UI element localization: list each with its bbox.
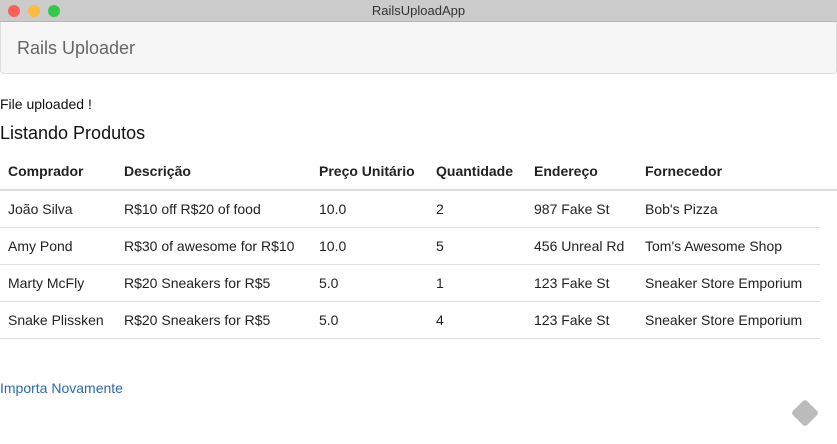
zoom-button[interactable] bbox=[48, 5, 60, 17]
column-header: Comprador bbox=[0, 152, 116, 191]
table-cell: Snake Plissken bbox=[0, 301, 116, 339]
table-cell: 987 Fake St bbox=[526, 190, 637, 228]
feedback-icon[interactable] bbox=[790, 398, 820, 428]
table-cell: 4 bbox=[428, 301, 526, 339]
table-row: Marty McFly R$20 Sneakers for R$5 5.0 1 123 … bbox=[0, 264, 820, 302]
header-divider bbox=[0, 189, 837, 191]
table-cell: R$20 Sneakers for R$5 bbox=[116, 264, 311, 302]
table-cell: R$30 of awesome for R$10 bbox=[116, 227, 311, 265]
table-cell: Sneaker Store Emporium bbox=[637, 264, 820, 302]
brand[interactable]: Rails Uploader bbox=[17, 38, 135, 59]
table-row: Amy Pond R$30 of awesome for R$10 10.0 5 456… bbox=[0, 227, 820, 265]
navbar: Rails Uploader bbox=[0, 22, 837, 74]
table-cell: 10.0 bbox=[311, 227, 428, 265]
table-cell: Sneaker Store Emporium bbox=[637, 301, 820, 339]
table-cell: 2 bbox=[428, 190, 526, 228]
table-cell: 5.0 bbox=[311, 264, 428, 302]
page-title: Listando Produtos bbox=[0, 123, 146, 143]
table-cell: João Silva bbox=[0, 190, 116, 228]
table-row: Snake Plissken R$20 Sneakers for R$5 5.0 4 1… bbox=[0, 301, 820, 339]
column-header: Descrição bbox=[116, 152, 311, 191]
window-titlebar: RailsUploadApp bbox=[0, 0, 837, 22]
table-cell: 10.0 bbox=[311, 190, 428, 228]
column-header: Preço Unitário bbox=[311, 152, 428, 191]
import-again-link[interactable]: Importa Novamente bbox=[0, 380, 123, 396]
window-title: RailsUploadApp bbox=[371, 3, 466, 18]
minimize-button[interactable] bbox=[28, 5, 40, 17]
table-cell: 1 bbox=[428, 264, 526, 302]
products-table: Comprador Descrição Preço Unitário Quant… bbox=[0, 152, 820, 339]
table-row: João Silva R$10 off R$20 of food 10.0 2 987 … bbox=[0, 190, 820, 228]
column-header: Fornecedor bbox=[637, 152, 820, 191]
table-cell: 5 bbox=[428, 227, 526, 265]
table-cell: Tom's Awesome Shop bbox=[637, 227, 820, 265]
table-cell: Amy Pond bbox=[0, 227, 116, 265]
table-cell: 123 Fake St bbox=[526, 264, 637, 302]
table-cell: 123 Fake St bbox=[526, 301, 637, 339]
table-cell: R$10 off R$20 of food bbox=[116, 190, 311, 228]
table-cell: Bob's Pizza bbox=[637, 190, 820, 228]
notice: File uploaded ! bbox=[0, 96, 92, 112]
table-cell: R$20 Sneakers for R$5 bbox=[116, 301, 311, 339]
table-header-row: Comprador Descrição Preço Unitário Quant… bbox=[0, 152, 820, 191]
column-header: Quantidade bbox=[428, 152, 526, 191]
close-button[interactable] bbox=[8, 5, 20, 17]
table-cell: 5.0 bbox=[311, 301, 428, 339]
table-cell: 456 Unreal Rd bbox=[526, 227, 637, 265]
column-header: Endereço bbox=[526, 152, 637, 191]
table-cell: Marty McFly bbox=[0, 264, 116, 302]
